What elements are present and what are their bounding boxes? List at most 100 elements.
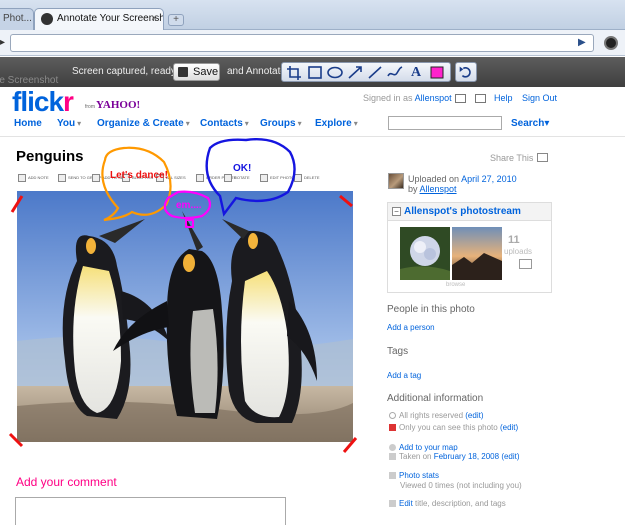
edit-link[interactable]: Edit (399, 499, 413, 508)
tab-previous[interactable]: Phot... (0, 8, 34, 30)
viewed-count: Viewed 0 times (400, 481, 455, 490)
search-button[interactable]: Search▾ (511, 118, 549, 129)
photo-stats-link[interactable]: Photo stats (399, 471, 439, 480)
crop-icon[interactable] (284, 64, 304, 81)
rectangle-icon[interactable] (305, 64, 325, 81)
additional-info-heading: Additional information (387, 393, 484, 404)
visibility-line: Only you can see this photo (edit) (389, 423, 518, 432)
photostream-thumb-sunset[interactable] (452, 227, 502, 280)
chevron-down-icon: ▾ (185, 119, 190, 128)
uploads-label: uploads (504, 247, 533, 256)
action-delete[interactable]: DELETE (294, 174, 320, 182)
photostream-thumb-flowers[interactable] (400, 227, 450, 280)
slideshow-icon[interactable] (519, 259, 532, 269)
flower-thumbnail (400, 227, 450, 280)
map-line: Add to your map (389, 443, 458, 452)
map-icon (389, 444, 396, 451)
yahoo-logo: YAHOO! (96, 99, 141, 111)
viewed-note: (not including you) (456, 481, 522, 490)
signed-in-username[interactable]: Allenspot (415, 93, 452, 103)
photostream-box: − Allenspot's photostream 11 uploads bro… (387, 202, 552, 293)
sunset-thumbnail (452, 227, 502, 280)
collapse-icon[interactable]: − (392, 207, 401, 216)
taken-date-link[interactable]: February 18, 2008 (434, 452, 499, 461)
nav-organize[interactable]: Organize & Create ▾ (97, 118, 190, 129)
penguins-image (17, 191, 353, 442)
stats-icon (389, 472, 396, 479)
nav-you[interactable]: You ▾ (57, 118, 81, 129)
nav-explore[interactable]: Explore ▾ (315, 118, 358, 129)
prints-icon (196, 174, 204, 182)
main-nav: Home You ▾ Organize & Create ▾ Contacts ▾ G… (0, 113, 625, 137)
set-icon (92, 174, 100, 182)
lock-icon (389, 424, 396, 431)
stats-line: Photo stats (389, 471, 439, 480)
save-button[interactable]: Save (173, 63, 220, 81)
sign-out-link[interactable]: Sign Out (522, 93, 557, 103)
add-to-map-link[interactable]: Add to your map (399, 443, 458, 452)
taken-edit-link[interactable]: (edit) (501, 452, 519, 461)
camera-icon (41, 13, 53, 25)
menu-icon[interactable] (604, 36, 618, 50)
nav-groups[interactable]: Groups ▾ (260, 118, 302, 129)
highlight-icon[interactable] (427, 64, 447, 81)
nav-contacts-label: Contacts (200, 118, 243, 129)
visibility-edit-link[interactable]: (edit) (500, 423, 518, 432)
viewed-line: Viewed 0 times (not including you) (400, 481, 522, 490)
avatar[interactable] (388, 173, 404, 189)
add-comment-heading: Add your comment (16, 475, 117, 489)
photostream-title[interactable]: Allenspot's photostream (404, 206, 521, 217)
url-input[interactable] (10, 34, 594, 52)
undo-icon[interactable] (455, 62, 477, 82)
rights-edit-link[interactable]: (edit) (465, 411, 483, 420)
help-link[interactable]: Help (494, 93, 513, 103)
nav-contacts[interactable]: Contacts ▾ (200, 118, 249, 129)
owner-link[interactable]: Allenspot (420, 184, 457, 194)
comment-textarea[interactable] (15, 497, 286, 525)
new-tab-button[interactable]: + (168, 14, 184, 26)
taken-line: Taken on February 18, 2008 (edit) (389, 452, 520, 461)
cart-icon[interactable] (455, 94, 466, 103)
floppy-icon (178, 67, 188, 77)
signed-in-label: Signed in as (363, 93, 413, 103)
captured-caption: Screen captured, ready to (72, 66, 188, 77)
browser-tab-bar: Phot... Annotate Your Screenshot × + (0, 0, 625, 30)
screenshot: Phot... Annotate Your Screenshot × + ▸ ▶… (0, 0, 625, 525)
action-rotate[interactable]: ROTATE (224, 174, 250, 182)
visibility-label: Only you can see this photo (399, 423, 498, 432)
people-heading: People in this photo (387, 304, 475, 315)
action-label: ROTATE (234, 175, 250, 181)
penguins-photo[interactable] (17, 191, 353, 442)
line-icon[interactable] (365, 64, 385, 81)
add-tag-link[interactable]: Add a tag (387, 371, 421, 380)
text-icon[interactable]: A (406, 64, 426, 81)
tags-heading: Tags (387, 346, 409, 357)
edit-rest-label: title, description, and tags (415, 499, 506, 508)
browse-link[interactable]: browse (446, 282, 465, 288)
arrow-icon[interactable] (345, 64, 365, 81)
forward-icon[interactable]: ▸ (0, 37, 8, 49)
nav-organize-label: Organize & Create (97, 118, 184, 129)
page-title: Penguins (16, 148, 84, 165)
search-input[interactable] (388, 116, 502, 130)
action-edit-photo[interactable]: EDIT PHOTO (260, 174, 294, 182)
freehand-icon[interactable] (385, 64, 405, 81)
nav-home[interactable]: Home (14, 118, 42, 129)
by-label: by (408, 184, 418, 194)
nav-explore-label: Explore (315, 118, 352, 129)
tab-annotate[interactable]: Annotate Your Screenshot × (34, 8, 164, 30)
close-icon[interactable]: × (151, 9, 157, 29)
from-label: from (85, 104, 95, 110)
mail-icon[interactable] (475, 94, 486, 103)
go-icon[interactable]: ▶ (578, 37, 586, 48)
chevron-down-icon: ▾ (77, 119, 82, 128)
action-add-note[interactable]: ADD NOTE (18, 174, 49, 182)
edit-icon (389, 500, 396, 507)
ellipse-icon[interactable] (325, 64, 345, 81)
share-this[interactable]: Share This (490, 153, 549, 163)
annotation-bubble-ok: OK! (233, 163, 252, 174)
add-person-link[interactable]: Add a person (387, 323, 435, 332)
upload-date-link[interactable]: April 27, 2010 (461, 174, 517, 184)
note-icon (18, 174, 26, 182)
nav-groups-label: Groups (260, 118, 296, 129)
